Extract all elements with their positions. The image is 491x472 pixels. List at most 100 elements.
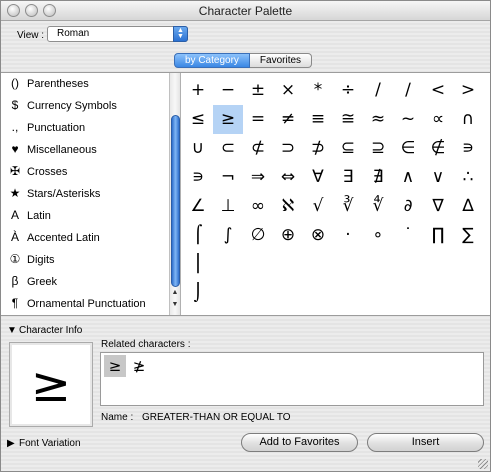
add-to-favorites-button[interactable]: Add to Favorites	[241, 433, 358, 452]
tab-favorites[interactable]: Favorites	[249, 53, 313, 68]
symbol-cell[interactable]: ⊥	[213, 192, 243, 221]
view-select-value: Roman	[57, 28, 90, 39]
symbol-cell[interactable]: ∴	[453, 163, 483, 192]
category-icon: ¶	[11, 296, 19, 310]
symbol-cell[interactable]: ∑	[453, 221, 483, 250]
related-char[interactable]: ≱	[128, 355, 150, 377]
category-icon: ①	[9, 252, 21, 266]
symbol-cell[interactable]: ⊆	[333, 134, 363, 163]
symbol-cell[interactable]: *	[303, 76, 333, 105]
symbol-cell[interactable]: ∉	[423, 134, 453, 163]
symbol-cell[interactable]: +	[183, 76, 213, 105]
symbol-cell[interactable]: <	[423, 76, 453, 105]
category-item[interactable]: $ Currency Symbols	[1, 96, 169, 118]
insert-button[interactable]: Insert	[367, 433, 484, 452]
category-item[interactable]: A Latin	[1, 206, 169, 228]
symbol-cell[interactable]: ⊕	[273, 221, 303, 250]
symbol-cell[interactable]: ∠	[183, 192, 213, 221]
category-item[interactable]: ★ Stars/Asterisks	[1, 184, 169, 206]
symbol-cell[interactable]: ∇	[423, 192, 453, 221]
category-label: Punctuation	[27, 122, 86, 134]
symbol-cell[interactable]: ∞	[243, 192, 273, 221]
category-icon: ✠	[9, 164, 21, 178]
category-item[interactable]: () Parentheses	[1, 74, 169, 96]
symbol-cell[interactable]: ⌠	[183, 221, 213, 250]
disclosure-triangle-closed-icon[interactable]: ▶	[7, 438, 15, 449]
category-item[interactable]: ✠ Crosses	[1, 162, 169, 184]
symbol-cell[interactable]: ∝	[423, 105, 453, 134]
symbol-cell[interactable]: ⇔	[273, 163, 303, 192]
scroll-down-icon[interactable]: ▼	[170, 301, 180, 308]
symbol-cell[interactable]: √	[303, 192, 333, 221]
symbol-cell[interactable]: >	[453, 76, 483, 105]
symbol-cell[interactable]: ⎮	[183, 250, 213, 279]
scroll-thumb[interactable]	[171, 115, 180, 287]
symbol-cell[interactable]: ≅	[333, 105, 363, 134]
symbol-cell[interactable]: ·	[333, 221, 363, 250]
symbol-cell[interactable]: ~	[393, 105, 423, 134]
symbol-cell[interactable]: ≡	[303, 105, 333, 134]
symbol-cell[interactable]: ℵ	[273, 192, 303, 221]
category-scrollbar[interactable]: ▲ ▼	[169, 73, 181, 315]
symbol-cell[interactable]: ∅	[243, 221, 273, 250]
category-label: Currency Symbols	[27, 100, 117, 112]
resize-grip-icon[interactable]	[478, 459, 488, 469]
symbol-cell[interactable]: ∨	[423, 163, 453, 192]
symbol-cell[interactable]: ∧	[393, 163, 423, 192]
symbol-cell[interactable]: ≥	[213, 105, 243, 134]
scroll-up-icon[interactable]: ▲	[170, 289, 180, 296]
disclosure-triangle-open-icon[interactable]: ▼	[7, 325, 17, 336]
symbol-cell[interactable]: ±	[243, 76, 273, 105]
symbol-cell[interactable]: −	[213, 76, 243, 105]
view-label: View :	[17, 30, 45, 41]
symbol-cell[interactable]: ⌡	[183, 279, 213, 308]
category-label: Miscellaneous	[27, 144, 97, 156]
symbol-cell[interactable]: ∘	[363, 221, 393, 250]
symbol-cell[interactable]: ∏	[423, 221, 453, 250]
symbol-cell[interactable]: ⊄	[243, 134, 273, 163]
symbol-cell[interactable]: ⊂	[213, 134, 243, 163]
symbol-cell[interactable]: ∩	[453, 105, 483, 134]
symbol-cell[interactable]: ∈	[393, 134, 423, 163]
category-item[interactable]: ① Digits	[1, 250, 169, 272]
symbol-cell[interactable]: ¬	[213, 163, 243, 192]
symbol-cell[interactable]: ∕	[393, 76, 423, 105]
symbol-cell[interactable]: ≈	[363, 105, 393, 134]
category-label: Crosses	[27, 166, 68, 178]
category-item[interactable]: β Greek	[1, 272, 169, 294]
category-icon: ♥	[11, 142, 19, 156]
symbol-cell[interactable]: ∀	[303, 163, 333, 192]
symbol-cell[interactable]: ∍	[453, 134, 483, 163]
symbol-cell[interactable]: =	[243, 105, 273, 134]
symbol-cell[interactable]: ∪	[183, 134, 213, 163]
category-item[interactable]: ♥ Miscellaneous	[1, 140, 169, 162]
symbol-cell[interactable]: ∃	[333, 163, 363, 192]
tab-by-category[interactable]: by Category	[174, 53, 250, 68]
symbol-cell[interactable]: ⊃	[273, 134, 303, 163]
symbol-cell[interactable]: ∄	[363, 163, 393, 192]
symbol-cell[interactable]: ÷	[333, 76, 363, 105]
related-char[interactable]: ≥	[104, 355, 126, 377]
select-arrows-icon: ▲ ▼	[173, 26, 188, 42]
symbol-cell[interactable]: ∛	[333, 192, 363, 221]
category-item[interactable]: À Accented Latin	[1, 228, 169, 250]
symbol-cell[interactable]: ∆	[453, 192, 483, 221]
symbol-cell[interactable]: ≠	[273, 105, 303, 134]
category-label: Digits	[27, 254, 55, 266]
view-select[interactable]: Roman ▲ ▼	[47, 26, 188, 42]
category-item[interactable]: ., Punctuation	[1, 118, 169, 140]
symbol-cell[interactable]: ×	[273, 76, 303, 105]
symbol-cell[interactable]: ⊅	[303, 134, 333, 163]
symbol-cell[interactable]: ⇒	[243, 163, 273, 192]
symbol-cell[interactable]: ≤	[183, 105, 213, 134]
symbol-cell[interactable]: ∂	[393, 192, 423, 221]
symbol-cell[interactable]: ∍	[183, 163, 213, 192]
symbol-cell[interactable]: /	[363, 76, 393, 105]
symbol-cell[interactable]: ⊇	[363, 134, 393, 163]
symbol-cell[interactable]: ˙	[393, 221, 423, 250]
category-item[interactable]: ¶ Ornamental Punctuation	[1, 294, 169, 316]
segmented-tabs: by Category Favorites	[174, 53, 313, 68]
symbol-cell[interactable]: ∫	[213, 221, 243, 250]
symbol-cell[interactable]: ∜	[363, 192, 393, 221]
symbol-cell[interactable]: ⊗	[303, 221, 333, 250]
